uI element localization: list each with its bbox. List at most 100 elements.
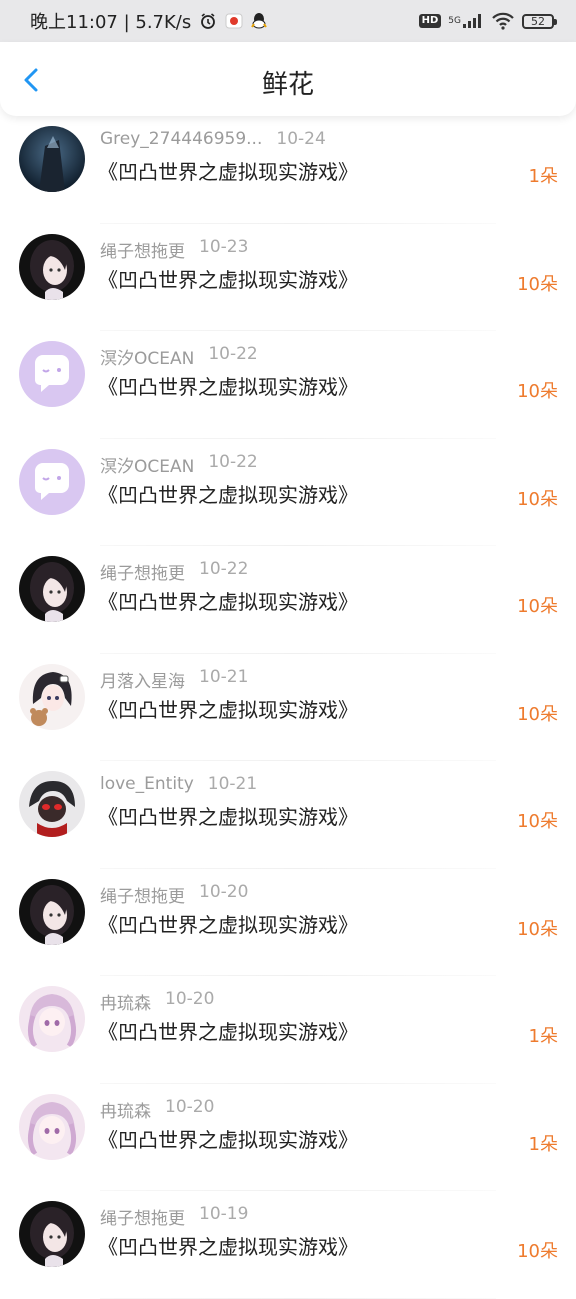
avatar-anime-girl-bear[interactable]	[19, 663, 85, 730]
status-left: 晚上11:07 | 5.7K/s	[30, 8, 268, 34]
book-title: 《凹凸世界之虚拟现实游戏》	[98, 1127, 358, 1152]
list-item[interactable]: 溟汐OCEAN 10-22 《凹凸世界之虚拟现实游戏》 10朵	[0, 331, 576, 439]
book-title: 《凹凸世界之虚拟现实游戏》	[98, 805, 358, 829]
item-meta: 溟汐OCEAN 10-22	[100, 452, 258, 477]
avatar-girl-dark-hair[interactable]	[19, 878, 85, 945]
item-date: 10-22	[208, 451, 258, 472]
flower-count: 10朵	[517, 381, 558, 402]
item-date: 10-22	[199, 559, 249, 579]
avatar-girl-dark-hair[interactable]	[19, 1201, 85, 1267]
list-item[interactable]: 绳子想拖更 10-23 《凹凸世界之虚拟现实游戏》 10朵	[0, 224, 576, 331]
item-meta: 月落入星海 10-21	[100, 667, 248, 692]
list-item[interactable]: 溟汐OCEAN 10-22 《凹凸世界之虚拟现实游戏》 10朵	[0, 439, 576, 546]
default-purple-image	[19, 341, 85, 407]
user-name: 绳子想拖更	[100, 241, 185, 262]
book-title: 《凹凸世界之虚拟现实游戏》	[98, 1235, 358, 1259]
item-date: 10-19	[199, 1204, 249, 1224]
anime-girl-bear-image	[19, 663, 85, 730]
user-name: 绳子想拖更	[100, 886, 185, 907]
item-date: 10-20	[165, 989, 215, 1009]
dark-portrait-image	[19, 126, 85, 192]
book-title: 《凹凸世界之虚拟现实游戏》	[98, 267, 358, 292]
book-title: 《凹凸世界之虚拟现实游戏》	[98, 697, 358, 722]
list-item[interactable]: 冉琉森 10-20 《凹凸世界之虚拟现实游戏》 1朵	[0, 976, 576, 1084]
divider	[100, 1297, 496, 1299]
flower-count: 10朵	[517, 918, 558, 940]
default-purple-image	[19, 448, 85, 515]
flower-count: 10朵	[517, 488, 558, 510]
user-name: 绳子想拖更	[100, 564, 185, 584]
avatar-anime-pink-girl[interactable]	[19, 986, 85, 1052]
avatar-default-purple[interactable]	[19, 448, 85, 515]
girl-dark-hair-image	[19, 233, 85, 300]
status-bar: 晚上11:07 | 5.7K/s HD 5G 52	[0, 0, 576, 42]
item-date: 10-21	[199, 666, 249, 687]
item-date: 10-20	[165, 1096, 215, 1117]
flower-record-list: Grey_274446959... 10-24 《凹凸世界之虚拟现实游戏》 1朵…	[0, 116, 576, 1299]
flower-count: 1朵	[528, 1026, 558, 1047]
item-meta: 溟汐OCEAN 10-22	[100, 344, 258, 369]
top-navigation-bar: 鲜花	[0, 42, 576, 116]
anime-pink-girl-image	[19, 1093, 85, 1160]
battery-indicator: 52	[522, 13, 557, 29]
avatar-anime-pink-girl[interactable]	[19, 1093, 85, 1160]
item-date: 10-24	[276, 129, 326, 149]
book-title: 《凹凸世界之虚拟现实游戏》	[98, 160, 358, 184]
avatar-dark-portrait[interactable]	[19, 126, 85, 192]
girl-dark-hair-image	[19, 1201, 85, 1267]
user-name: 冉琉森	[100, 994, 151, 1014]
user-name: 冉琉森	[100, 1101, 151, 1122]
book-title: 《凹凸世界之虚拟现实游戏》	[98, 590, 358, 614]
book-title: 《凹凸世界之虚拟现实游戏》	[98, 375, 358, 399]
hd-badge: HD	[418, 14, 442, 28]
user-name: 绳子想拖更	[100, 1209, 185, 1229]
flower-count: 10朵	[517, 811, 558, 832]
avatar-girl-dark-hair[interactable]	[19, 233, 85, 300]
network-label: 5G	[448, 16, 461, 26]
list-item[interactable]: love_Entity 10-21 《凹凸世界之虚拟现实游戏》 10朵	[0, 761, 576, 869]
flower-count: 1朵	[528, 1133, 558, 1155]
item-date: 10-23	[199, 236, 249, 257]
book-title: 《凹凸世界之虚拟现实游戏》	[98, 1020, 358, 1044]
app-notification-icon	[225, 12, 243, 30]
item-meta: Grey_274446959... 10-24	[100, 129, 326, 149]
user-name: love_Entity	[100, 774, 194, 794]
girl-dark-hair-image	[19, 556, 85, 622]
avatar-girl-dark-hair[interactable]	[19, 556, 85, 622]
item-meta: 冉琉森 10-20	[100, 1097, 214, 1122]
item-meta: 绳子想拖更 10-22	[100, 559, 248, 584]
alarm-icon	[199, 12, 217, 30]
list-item[interactable]: Grey_274446959... 10-24 《凹凸世界之虚拟现实游戏》 1朵	[0, 116, 576, 224]
user-name: 溟汐OCEAN	[100, 349, 195, 369]
list-item[interactable]: 绳子想拖更 10-22 《凹凸世界之虚拟现实游戏》 10朵	[0, 546, 576, 654]
list-item[interactable]: 绳子想拖更 10-20 《凹凸世界之虚拟现实游戏》 10朵	[0, 869, 576, 976]
user-name: 月落入星海	[100, 671, 185, 692]
item-date: 10-22	[208, 344, 258, 364]
flower-count: 10朵	[517, 1241, 558, 1262]
anime-red-eyes-image	[19, 771, 85, 837]
list-item[interactable]: 月落入星海 10-21 《凹凸世界之虚拟现实游戏》 10朵	[0, 654, 576, 761]
item-date: 10-20	[199, 881, 249, 902]
qq-icon	[251, 12, 268, 30]
page-title: 鲜花	[261, 70, 314, 100]
list-item[interactable]: 冉琉森 10-20 《凹凸世界之虚拟现实游戏》 1朵	[0, 1084, 576, 1191]
anime-pink-girl-image	[19, 986, 85, 1052]
item-meta: 绳子想拖更 10-20	[100, 882, 248, 907]
girl-dark-hair-image	[19, 878, 85, 945]
wifi-icon	[491, 12, 515, 30]
item-meta: 绳子想拖更 10-19	[100, 1204, 248, 1229]
flower-count: 10朵	[517, 703, 558, 725]
flower-count: 1朵	[528, 166, 558, 187]
list-item[interactable]: 绳子想拖更 10-19 《凹凸世界之虚拟现实游戏》 10朵	[0, 1191, 576, 1299]
user-name: 溟汐OCEAN	[100, 456, 195, 477]
book-title: 《凹凸世界之虚拟现实游戏》	[98, 912, 358, 937]
avatar-default-purple[interactable]	[19, 341, 85, 407]
item-date: 10-21	[207, 774, 258, 794]
flower-count: 10朵	[517, 273, 558, 295]
signal-icon: 5G	[448, 13, 484, 29]
flower-count: 10朵	[517, 596, 558, 617]
item-meta: 冉琉森 10-20	[100, 989, 214, 1014]
avatar-anime-red-eyes[interactable]	[19, 771, 85, 837]
status-time-speed: 晚上11:07 | 5.7K/s	[30, 12, 192, 33]
item-meta: 绳子想拖更 10-23	[100, 237, 248, 262]
